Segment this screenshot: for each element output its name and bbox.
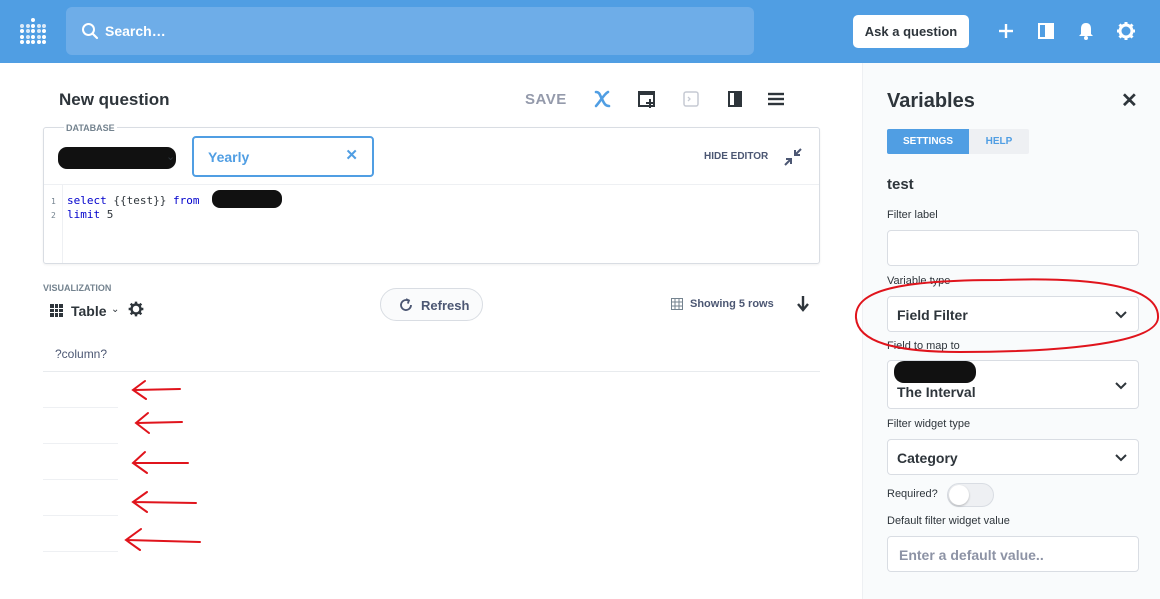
chevron-down-icon <box>1115 311 1127 319</box>
widget-type-value: Category <box>897 450 958 466</box>
table-icon <box>671 298 683 310</box>
required-label: Required? <box>887 488 938 500</box>
contract-icon[interactable] <box>782 146 804 168</box>
field-table-redacted <box>894 361 976 383</box>
sql-text: {{test}} <box>106 194 173 207</box>
default-value-label: Default filter widget value <box>887 515 1010 527</box>
variables-panel: Variables ✕ SETTINGS HELP test Filter la… <box>862 63 1160 599</box>
add-snippet-icon[interactable] <box>636 88 658 110</box>
bell-icon[interactable] <box>1075 20 1097 42</box>
annotation-arrow <box>131 380 181 400</box>
table-row <box>43 372 118 408</box>
chevron-down-icon[interactable]: ⌄ <box>166 150 175 163</box>
ask-question-button[interactable]: Ask a question <box>853 15 969 48</box>
required-toggle[interactable] <box>947 483 994 507</box>
database-label: DATABASE <box>64 123 117 133</box>
variable-type-label: Variable type <box>887 275 951 287</box>
filter-label-label: Filter label <box>887 209 938 221</box>
default-value-placeholder: Enter a default value.. <box>899 547 1044 563</box>
table-row <box>43 444 118 480</box>
variable-type-value: Field Filter <box>897 307 968 323</box>
field-map-value: The Interval <box>897 384 976 400</box>
annotation-arrow <box>124 528 201 551</box>
variable-name: test <box>887 176 914 193</box>
column-header[interactable]: ?column? <box>55 347 107 361</box>
collection-icon[interactable] <box>1035 20 1057 42</box>
top-nav: Search… Ask a question <box>0 0 1160 63</box>
close-icon[interactable]: ✕ <box>1121 88 1138 113</box>
refresh-button[interactable]: Refresh <box>380 288 483 321</box>
variable-widget[interactable]: Yearly ✕ <box>192 136 374 177</box>
chevron-down-icon[interactable]: ⌄ <box>111 304 119 315</box>
code-line[interactable]: limit 5 <box>67 208 113 221</box>
table-row <box>43 408 118 444</box>
close-icon[interactable]: ✕ <box>345 146 358 164</box>
sql-keyword: select <box>67 194 107 207</box>
native-query-editor: DATABASE ⌄ Yearly ✕ HIDE EDITOR 1 2 sele… <box>43 123 820 264</box>
sql-keyword: from <box>172 194 200 207</box>
search-bar[interactable]: Search… <box>66 7 754 55</box>
search-placeholder: Search… <box>105 23 166 39</box>
hide-editor-button[interactable]: HIDE EDITOR <box>704 151 768 162</box>
sql-text: 5 <box>100 208 114 221</box>
table-header-divider <box>43 371 820 372</box>
chevron-down-icon <box>1115 454 1127 462</box>
widget-type-label: Filter widget type <box>887 418 971 430</box>
metabase-logo-icon[interactable] <box>20 18 46 44</box>
visualization-label: VISUALIZATION <box>43 283 112 293</box>
table-row <box>43 480 118 516</box>
code-line[interactable]: select {{test}} from <box>67 194 199 207</box>
table-name-redacted <box>212 190 282 208</box>
plus-icon[interactable] <box>995 20 1017 42</box>
annotation-arrow <box>131 491 197 513</box>
variables-x-icon[interactable] <box>591 88 613 110</box>
toggle-knob <box>949 485 969 505</box>
chevron-down-icon <box>1115 382 1127 390</box>
menu-icon[interactable] <box>765 88 787 110</box>
database-select-redacted[interactable] <box>58 147 176 169</box>
gear-icon[interactable] <box>1115 20 1137 42</box>
default-value-input[interactable]: Enter a default value.. <box>887 536 1139 572</box>
search-icon <box>82 23 99 40</box>
panel-title: Variables <box>887 90 975 112</box>
refresh-label: Refresh <box>421 298 470 313</box>
question-title: New question <box>59 90 170 109</box>
field-map-label: Field to map to <box>887 340 960 352</box>
table-row <box>43 516 118 552</box>
annotation-arrow <box>134 412 183 434</box>
variable-widget-value: Yearly <box>208 149 250 165</box>
visualization-select[interactable]: Table <box>71 303 107 319</box>
tab-help[interactable]: HELP <box>969 129 1029 154</box>
refresh-icon <box>400 298 412 311</box>
table-icon <box>50 304 63 317</box>
editor-divider <box>44 184 819 185</box>
line-number: 2 <box>51 211 56 220</box>
line-number: 1 <box>51 197 56 206</box>
filter-label-input[interactable] <box>887 230 1139 266</box>
gear-icon[interactable] <box>127 300 145 318</box>
widget-type-select[interactable]: Category <box>887 439 1139 475</box>
variable-type-select[interactable]: Field Filter <box>887 296 1139 332</box>
annotation-arrow <box>131 451 189 474</box>
tab-settings[interactable]: SETTINGS <box>887 129 969 154</box>
annotation-arrows <box>124 380 201 551</box>
save-button[interactable]: SAVE <box>525 91 567 108</box>
row-count: Showing 5 rows <box>690 298 774 310</box>
terminal-icon[interactable] <box>680 88 702 110</box>
data-reference-icon[interactable] <box>724 88 746 110</box>
download-icon[interactable] <box>796 295 810 313</box>
sql-keyword: limit <box>67 208 101 221</box>
field-map-select[interactable]: The Interval <box>887 360 1139 409</box>
